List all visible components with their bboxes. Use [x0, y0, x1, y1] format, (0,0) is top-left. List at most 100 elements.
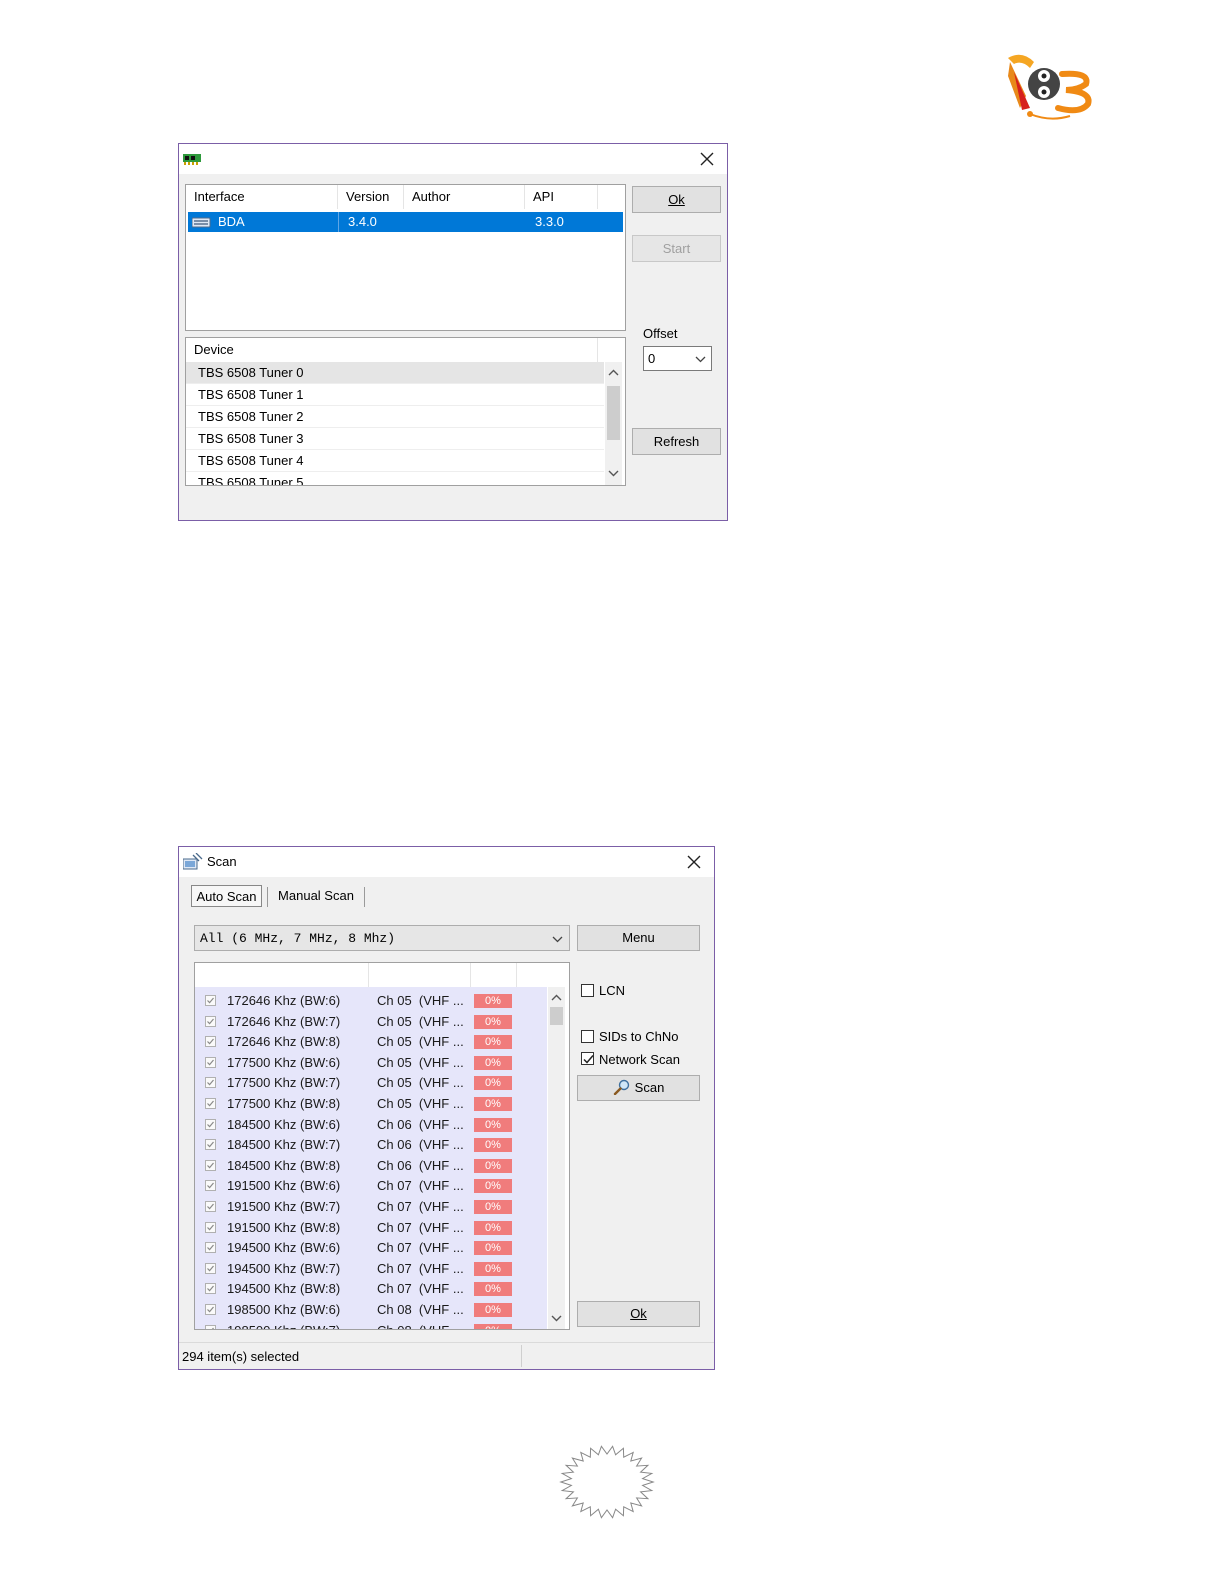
row-checkbox[interactable]: [205, 1139, 216, 1151]
device-item[interactable]: TBS 6508 Tuner 2: [186, 406, 604, 428]
tab-auto-scan[interactable]: Auto Scan: [191, 885, 262, 907]
tab-separator: [364, 887, 365, 907]
frequency-row[interactable]: 184500 Khz (BW:7) Ch 06 (VHF ... 0%: [195, 1135, 547, 1156]
frequency-row[interactable]: 198500 Khz (BW:6) Ch 08 (VHF ... 0%: [195, 1300, 547, 1321]
frequency-row[interactable]: 177500 Khz (BW:8) Ch 05 (VHF ... 0%: [195, 1094, 547, 1115]
close-button[interactable]: [678, 849, 710, 875]
frequency-row[interactable]: 172646 Khz (BW:6) Ch 05 (VHF ... 0%: [195, 991, 547, 1012]
sids-to-chno-checkbox[interactable]: [581, 1030, 594, 1043]
row-checkbox[interactable]: [205, 995, 216, 1006]
column-header-device[interactable]: Device: [186, 338, 598, 362]
scan-button[interactable]: Scan: [577, 1075, 700, 1101]
tbs-logo: [1000, 48, 1096, 126]
lcn-checkbox[interactable]: [581, 984, 594, 997]
row-checkbox[interactable]: [205, 1201, 216, 1212]
frequency-row[interactable]: 172646 Khz (BW:7) Ch 05 (VHF ... 0%: [195, 1012, 547, 1033]
frequency-row[interactable]: 177500 Khz (BW:6) Ch 05 (VHF ... 0%: [195, 1053, 547, 1074]
scroll-up-icon[interactable]: [551, 993, 562, 1003]
row-checkbox[interactable]: [205, 1118, 216, 1130]
column-header[interactable]: [195, 963, 369, 987]
ok-button[interactable]: Ok: [632, 186, 721, 213]
row-checkbox[interactable]: [205, 1159, 216, 1171]
frequency-row[interactable]: 191500 Khz (BW:7) Ch 07 (VHF ... 0%: [195, 1197, 547, 1218]
row-checkbox[interactable]: [205, 1283, 216, 1295]
row-checkbox[interactable]: [205, 1077, 216, 1089]
row-checkbox[interactable]: [205, 1242, 216, 1254]
row-checkbox[interactable]: [205, 1180, 216, 1192]
interface-api: 3.3.0: [535, 214, 564, 229]
scan-button-label: Scan: [634, 1080, 665, 1095]
frequency-row[interactable]: 198500 Khz (BW:7) Ch 08 (VHF ... 0%: [195, 1321, 547, 1329]
row-checkbox[interactable]: [205, 1098, 216, 1109]
start-button[interactable]: Start: [632, 235, 721, 262]
row-channel: Ch 05 (VHF ...: [377, 1013, 464, 1029]
scroll-up-icon[interactable]: [608, 368, 619, 378]
scrollbar-thumb[interactable]: [550, 1007, 563, 1025]
menu-button[interactable]: Menu: [577, 925, 700, 951]
frequency-row[interactable]: 184500 Khz (BW:8) Ch 06 (VHF ... 0%: [195, 1156, 547, 1177]
row-frequency: 194500 Khz (BW:6): [227, 1240, 341, 1256]
frequency-list-scrollbar[interactable]: [548, 987, 565, 1329]
row-checkbox[interactable]: [205, 1221, 216, 1233]
offset-select[interactable]: 0: [643, 346, 712, 371]
row-checkbox[interactable]: [205, 1262, 216, 1274]
row-percent: 0%: [474, 1200, 512, 1214]
column-header-version[interactable]: Version: [338, 185, 404, 209]
tab-manual-scan[interactable]: Manual Scan: [271, 885, 361, 907]
row-percent: 0%: [474, 1323, 512, 1329]
ok-button[interactable]: Ok: [577, 1301, 700, 1327]
device-item[interactable]: TBS 6508 Tuner 3: [186, 428, 604, 450]
column-header-interface[interactable]: Interface: [186, 185, 338, 209]
device-list-scrollbar[interactable]: [605, 362, 622, 485]
frequency-row[interactable]: 172646 Khz (BW:8) Ch 05 (VHF ... 0%: [195, 1032, 547, 1053]
row-channel: Ch 07 (VHF ...: [377, 1260, 464, 1276]
frequency-row[interactable]: 177500 Khz (BW:7) Ch 05 (VHF ... 0%: [195, 1073, 547, 1094]
row-frequency: 198500 Khz (BW:7): [227, 1321, 340, 1329]
frequency-list[interactable]: 172646 Khz (BW:6) Ch 05 (VHF ... 0% 172646 …: [194, 962, 570, 1330]
device-item[interactable]: TBS 6508 Tuner 0: [186, 362, 604, 384]
row-percent: 0%: [474, 1241, 512, 1256]
row-checkbox[interactable]: [205, 1304, 216, 1315]
column-header[interactable]: [471, 963, 517, 987]
frequency-row[interactable]: 194500 Khz (BW:7) Ch 07 (VHF ... 0%: [195, 1259, 547, 1280]
device-item[interactable]: TBS 6508 Tuner 5: [186, 472, 604, 485]
refresh-button[interactable]: Refresh: [632, 428, 721, 455]
row-frequency: 184500 Khz (BW:6): [227, 1116, 341, 1132]
device-item[interactable]: TBS 6508 Tuner 1: [186, 384, 604, 406]
column-header-api[interactable]: API: [525, 185, 598, 209]
frequency-row[interactable]: 191500 Khz (BW:6) Ch 07 (VHF ... 0%: [195, 1176, 547, 1197]
row-checkbox[interactable]: [205, 1324, 216, 1329]
row-checkbox[interactable]: [205, 1015, 216, 1027]
row-channel: Ch 05 (VHF ...: [377, 1054, 464, 1070]
interface-list[interactable]: Interface Version Author API BDA 3.4.0 3…: [185, 184, 626, 331]
row-channel: Ch 08 (VHF ...: [377, 1302, 464, 1317]
row-channel: Ch 07 (VHF ...: [377, 1281, 464, 1297]
row-checkbox[interactable]: [205, 1036, 216, 1048]
scroll-down-icon[interactable]: [608, 468, 619, 478]
close-button[interactable]: [691, 146, 723, 172]
frequency-row[interactable]: 184500 Khz (BW:6) Ch 06 (VHF ... 0%: [195, 1115, 547, 1136]
interface-row-selected[interactable]: BDA 3.4.0 3.3.0: [188, 212, 623, 232]
frequency-row[interactable]: 191500 Khz (BW:8) Ch 07 (VHF ... 0%: [195, 1218, 547, 1239]
interface-name: BDA: [218, 214, 245, 229]
row-frequency: 184500 Khz (BW:7): [227, 1137, 341, 1153]
row-percent: 0%: [474, 1261, 512, 1276]
offset-label: Offset: [643, 326, 678, 341]
column-header-author[interactable]: Author: [404, 185, 525, 209]
offset-value: 0: [648, 351, 656, 366]
ok-button-label: Ok: [668, 192, 685, 207]
row-channel: Ch 07 (VHF ...: [377, 1219, 464, 1235]
row-checkbox[interactable]: [205, 1056, 216, 1068]
band-select[interactable]: All (6 MHz, 7 MHz, 8 Mhz): [194, 925, 570, 951]
column-header[interactable]: [369, 963, 471, 987]
scrollbar-thumb[interactable]: [607, 386, 620, 440]
row-channel: Ch 05 (VHF ...: [377, 1096, 464, 1111]
scroll-down-icon[interactable]: [551, 1313, 562, 1323]
frequency-row[interactable]: 194500 Khz (BW:8) Ch 07 (VHF ... 0%: [195, 1279, 547, 1300]
sids-to-chno-label: SIDs to ChNo: [599, 1029, 679, 1044]
row-frequency: 177500 Khz (BW:6): [227, 1054, 341, 1070]
frequency-row[interactable]: 194500 Khz (BW:6) Ch 07 (VHF ... 0%: [195, 1238, 547, 1259]
device-item[interactable]: TBS 6508 Tuner 4: [186, 450, 604, 472]
network-scan-checkbox[interactable]: [581, 1052, 594, 1065]
device-list[interactable]: Device TBS 6508 Tuner 0 TBS 6508 Tuner 1…: [185, 337, 626, 486]
